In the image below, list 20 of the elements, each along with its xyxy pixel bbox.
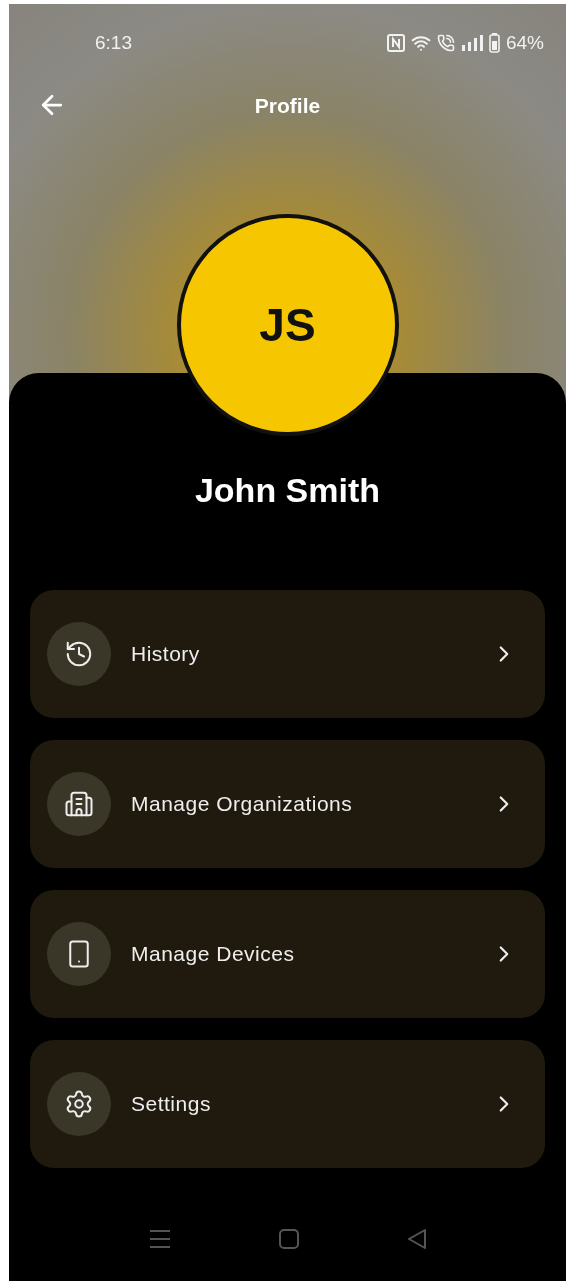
signal-icon [460, 35, 483, 51]
battery-icon [488, 33, 500, 53]
menu-item[interactable]: Manage Organizations [30, 740, 545, 868]
menu-item[interactable]: History [30, 590, 545, 718]
menu-item[interactable]: Settings [30, 1040, 545, 1168]
home-icon[interactable] [278, 1229, 299, 1249]
page-title: Profile [254, 94, 321, 118]
wifi-icon [410, 33, 431, 53]
building-icon [64, 789, 94, 819]
battery-percent: 64% [505, 32, 544, 54]
status-time: 6:13 [95, 32, 132, 54]
menu-icon[interactable] [148, 1229, 171, 1249]
nfc-icon [386, 34, 405, 52]
settings-icon [64, 1089, 94, 1119]
back-icon[interactable] [406, 1229, 427, 1249]
avatar: JS [176, 214, 399, 436]
user-name: John Smith [194, 470, 381, 510]
history-icon [64, 639, 94, 669]
wifi-call-icon [436, 34, 455, 52]
menu-item[interactable]: Manage Devices [30, 890, 545, 1018]
